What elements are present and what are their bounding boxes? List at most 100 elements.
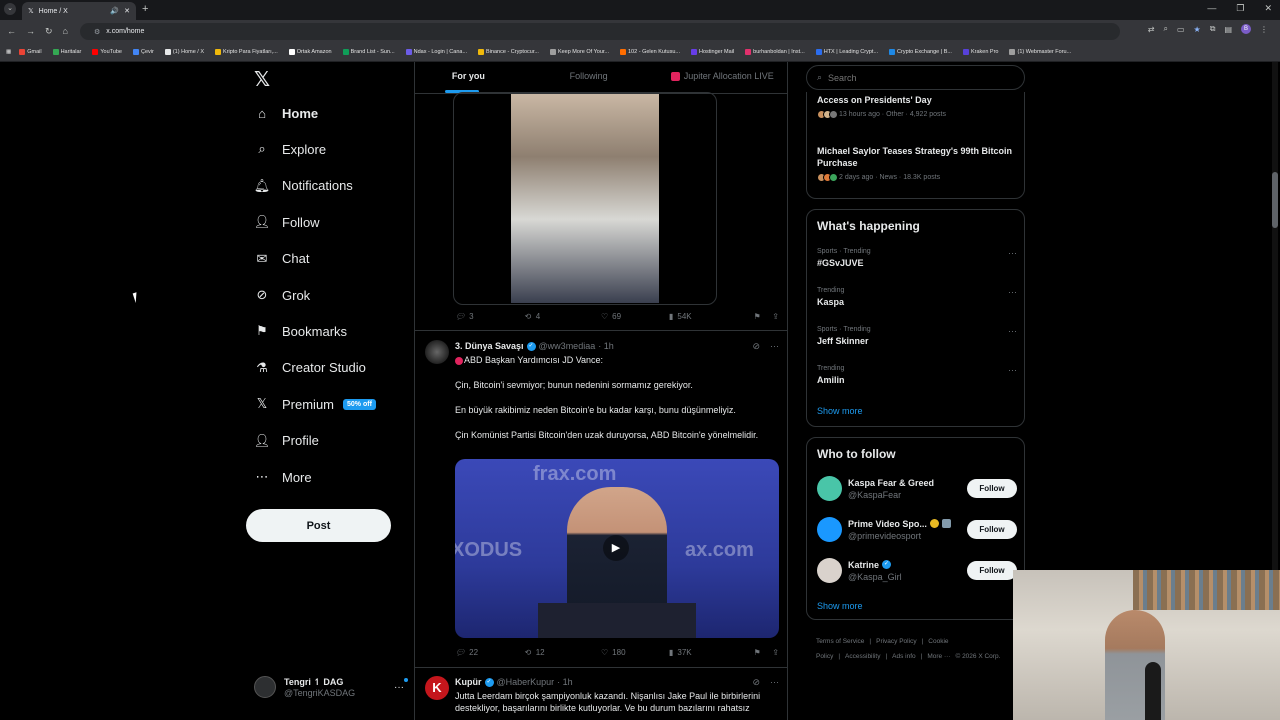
bookmark-item[interactable]: 102 - Gelen Kutusu... <box>617 49 683 55</box>
suggestion-avatar[interactable] <box>817 517 842 542</box>
nav-item-premium[interactable]: 𝕏 Premium 50% off <box>254 396 376 412</box>
tab-close-icon[interactable]: ✕ <box>124 7 130 15</box>
show-more-follow[interactable]: Show more <box>817 601 863 611</box>
nav-item-explore[interactable]: ⌕ Explore <box>254 141 326 157</box>
x-logo-icon[interactable]: 𝕏 <box>254 67 270 92</box>
repost-button[interactable]: ⟲ 12 <box>525 648 601 657</box>
tweet-video[interactable]: frax.com XODUS ax.com ▶ <box>455 459 779 638</box>
bookmark-item[interactable]: HTX | Leading Crypt... <box>813 49 881 55</box>
bookmark-item[interactable]: Çevir <box>130 49 157 55</box>
apps-icon[interactable]: ▦ <box>6 49 11 55</box>
bookmark-item[interactable]: Gmail <box>16 49 44 55</box>
tab-search-icon[interactable]: ⌄ <box>4 3 16 15</box>
repost-button[interactable]: ⟲ 4 <box>525 312 601 321</box>
news-item[interactable]: Access on Presidents' Day 13 hours ago ·… <box>817 94 1017 119</box>
tweet-author-name[interactable]: 3. Dünya Savaşı <box>455 341 524 351</box>
zoom-icon[interactable]: ⌕ <box>1164 24 1168 34</box>
like-button[interactable]: ♡ 69 <box>601 312 669 321</box>
bookmark-item[interactable]: Haritalar <box>50 49 85 55</box>
sidepanel-icon[interactable]: ▤ <box>1224 25 1232 34</box>
like-button[interactable]: ♡ 180 <box>601 648 669 657</box>
footer-link[interactable]: Accessibility <box>845 653 880 660</box>
bookmark-item[interactable]: YouTube <box>89 49 125 55</box>
forward-icon[interactable]: → <box>26 26 35 37</box>
bookmark-item[interactable]: Kraken Pro <box>960 49 1002 55</box>
nav-item-notifications[interactable]: 🔔︎ Notifications <box>254 178 353 194</box>
tweet-author-handle[interactable]: @HaberKupur <box>497 677 555 687</box>
bookmark-item[interactable]: Kripto Para Fiyatları,... <box>212 49 281 55</box>
footer-link[interactable]: Ads info <box>892 653 916 660</box>
site-info-icon[interactable]: ⚙ <box>94 28 100 36</box>
footer-link[interactable]: Terms of Service <box>816 638 864 645</box>
cast-icon[interactable]: ▭ <box>1177 25 1185 34</box>
bookmark-item[interactable]: Binance - Cryptocur... <box>475 49 542 55</box>
tab-for-you[interactable]: For you <box>415 62 522 93</box>
bookmark-item[interactable]: (1) Home / X <box>162 49 207 55</box>
back-icon[interactable]: ← <box>7 26 16 37</box>
more-icon[interactable]: ··· <box>770 677 779 688</box>
news-item[interactable]: Michael Saylor Teases Strategy's 99th Bi… <box>817 145 1017 182</box>
browser-menu-icon[interactable]: ⋮ <box>1260 25 1268 34</box>
nav-item-home[interactable]: ⌂ Home <box>254 105 318 121</box>
trend-more-icon[interactable]: ··· <box>1008 287 1017 297</box>
follow-button[interactable]: Follow <box>967 520 1017 539</box>
suggestion-avatar[interactable] <box>817 476 842 501</box>
tweet-avatar[interactable]: K <box>425 676 449 700</box>
footer-link[interactable]: More ··· <box>927 653 950 660</box>
tab-following[interactable]: Following <box>522 62 656 93</box>
tab-jupiter-live[interactable]: Jupiter Allocation LIVE <box>655 62 787 93</box>
views-button[interactable]: ▮ 54K <box>669 312 749 321</box>
bookmark-item[interactable]: Keep More Of Your... <box>547 49 612 55</box>
tweet-media-image[interactable] <box>453 92 717 305</box>
views-button[interactable]: ▮ 37K <box>669 648 749 657</box>
extensions-icon[interactable]: ⧉ <box>1210 24 1216 34</box>
browser-tab[interactable]: 𝕏 Home / X 🔊 ✕ <box>22 2 136 20</box>
nav-item-chat[interactable]: ✉ Chat <box>254 251 310 267</box>
trend-item[interactable]: Sports · Trending Jeff Skinner ··· <box>817 326 1017 346</box>
nav-item-more[interactable]: ⋯ More <box>254 469 312 485</box>
new-tab-icon[interactable]: + <box>142 3 148 15</box>
grok-icon[interactable]: ⊘ <box>752 677 760 688</box>
bookmark-item[interactable]: Crypto Exchange | B... <box>886 49 955 55</box>
follow-suggestion[interactable]: Kaspa Fear & Greed @KaspaFear Follow <box>817 476 1017 501</box>
trend-item[interactable]: Trending Amilin ··· <box>817 365 1017 385</box>
reload-icon[interactable]: ↻ <box>45 26 53 37</box>
search-box[interactable]: ⌕ <box>806 65 1025 90</box>
bookmark-icon[interactable]: ⚑ <box>754 648 760 657</box>
trend-item[interactable]: Trending Kaspa ··· <box>817 287 1017 307</box>
bookmark-item[interactable]: (1) Webmaster Foru... <box>1006 49 1074 55</box>
nav-item-bookmarks[interactable]: ⚑ Bookmarks <box>254 323 347 339</box>
suggestion-avatar[interactable] <box>817 558 842 583</box>
post-button[interactable]: Post <box>246 509 391 542</box>
nav-item-follow[interactable]: 👤︎ Follow <box>254 214 320 230</box>
nav-item-creator-studio[interactable]: ⚗ Creator Studio <box>254 360 366 376</box>
profile-avatar[interactable]: B <box>1241 24 1251 34</box>
follow-suggestion[interactable]: Katrine ✓ @Kaspa_Girl Follow <box>817 558 1017 583</box>
follow-button[interactable]: Follow <box>967 479 1017 498</box>
trend-more-icon[interactable]: ··· <box>1008 326 1017 336</box>
scrollbar-thumb[interactable] <box>1272 172 1278 228</box>
bookmark-item[interactable]: burhanboldan | Inst... <box>742 49 808 55</box>
bookmark-item[interactable]: Ortak Amazon <box>286 49 335 55</box>
tweet-author-handle[interactable]: @ww3mediaa <box>539 341 596 351</box>
share-icon[interactable]: ⇪ <box>772 648 779 657</box>
share-icon[interactable]: ⇪ <box>772 312 779 321</box>
tweet-avatar[interactable] <box>425 340 449 364</box>
show-more-trends[interactable]: Show more <box>817 406 863 416</box>
trend-more-icon[interactable]: ··· <box>1008 365 1017 375</box>
tweet-author-name[interactable]: Kupür <box>455 677 482 687</box>
bookmark-icon[interactable]: ⚑ <box>754 312 760 321</box>
reply-button[interactable]: 💬︎ 3 <box>455 312 525 321</box>
restore-icon[interactable]: ❐ <box>1236 3 1244 14</box>
window-close-icon[interactable]: ✕ <box>1264 3 1272 14</box>
account-switcher[interactable]: Tengri ↿ DAG @TengriKASDAG ··· <box>254 676 408 698</box>
footer-link[interactable]: Privacy Policy <box>876 638 916 645</box>
footer-link[interactable]: © 2026 X Corp. <box>955 653 1000 660</box>
bookmark-item[interactable]: Hostinger Mail <box>688 49 737 55</box>
home-browser-icon[interactable]: ⌂ <box>63 26 68 37</box>
nav-item-profile[interactable]: 👤︎ Profile <box>254 433 319 449</box>
reply-button[interactable]: 💬︎ 22 <box>455 648 525 657</box>
address-bar[interactable]: ⚙ x.com/home <box>80 23 1120 40</box>
trend-more-icon[interactable]: ··· <box>1008 248 1017 258</box>
bookmark-item[interactable]: Brand List - Sun... <box>340 49 398 55</box>
